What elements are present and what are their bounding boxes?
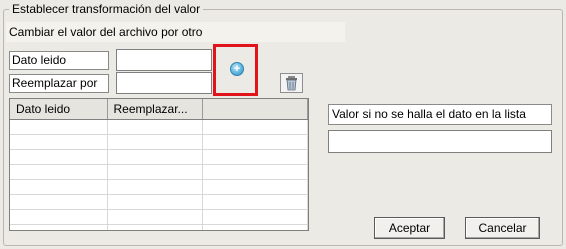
table-row[interactable] xyxy=(10,164,308,180)
delete-button[interactable] xyxy=(280,73,303,93)
table-row[interactable] xyxy=(10,149,308,165)
table-cell xyxy=(202,194,308,210)
groupbox-title: Establecer transformación del valor xyxy=(9,2,204,16)
accept-button[interactable]: Aceptar xyxy=(374,217,445,239)
trash-icon xyxy=(286,76,297,91)
table-cell[interactable] xyxy=(10,179,108,195)
column-header-reemplazar[interactable]: Reemplazar... xyxy=(107,99,203,120)
table-cell[interactable] xyxy=(107,209,203,225)
table-row[interactable] xyxy=(10,194,308,210)
table-cell[interactable] xyxy=(107,194,203,210)
dato-leido-label: Dato leido xyxy=(9,51,109,70)
default-value-label: Valor si no se halla el dato en la lista xyxy=(328,104,552,125)
reemplazar-por-input[interactable] xyxy=(116,72,212,94)
cancel-button-label: Cancelar xyxy=(478,221,527,235)
table-cell[interactable] xyxy=(107,149,203,165)
dato-leido-input[interactable] xyxy=(116,49,212,71)
table-cell[interactable] xyxy=(107,179,203,195)
table-cell xyxy=(202,149,308,165)
info-text: Cambiar el valor del archivo por otro xyxy=(6,22,345,42)
table-cell xyxy=(202,164,308,180)
cancel-button[interactable]: Cancelar xyxy=(465,217,540,239)
table-cell xyxy=(202,119,308,135)
table-row[interactable] xyxy=(10,209,308,225)
table-cell[interactable] xyxy=(10,224,108,230)
table-cell[interactable] xyxy=(10,134,108,150)
table-cell xyxy=(202,209,308,225)
table-cell[interactable] xyxy=(10,119,108,135)
table-row[interactable] xyxy=(10,134,308,150)
table-cell xyxy=(202,224,308,230)
column-header-dato-leido[interactable]: Dato leido xyxy=(10,99,108,120)
table-cell[interactable] xyxy=(107,224,203,230)
table-cell[interactable] xyxy=(10,209,108,225)
default-value-input[interactable] xyxy=(328,130,552,153)
table-cell[interactable] xyxy=(107,119,203,135)
add-icon[interactable]: + xyxy=(230,62,244,76)
column-header-empty xyxy=(202,99,308,120)
table-cell[interactable] xyxy=(10,164,108,180)
table-header-row: Dato leido Reemplazar... xyxy=(10,99,308,120)
table-cell[interactable] xyxy=(107,164,203,180)
accept-button-label: Aceptar xyxy=(388,221,431,235)
table-row[interactable] xyxy=(10,224,308,230)
table-cell xyxy=(202,134,308,150)
table-row[interactable] xyxy=(10,119,308,135)
mapping-table[interactable]: Dato leido Reemplazar... xyxy=(9,98,309,231)
table-cell[interactable] xyxy=(10,149,108,165)
table-row[interactable] xyxy=(10,179,308,195)
table-cell[interactable] xyxy=(107,134,203,150)
reemplazar-por-label: Reemplazar por xyxy=(9,74,109,93)
table-cell xyxy=(202,179,308,195)
table-cell[interactable] xyxy=(10,194,108,210)
